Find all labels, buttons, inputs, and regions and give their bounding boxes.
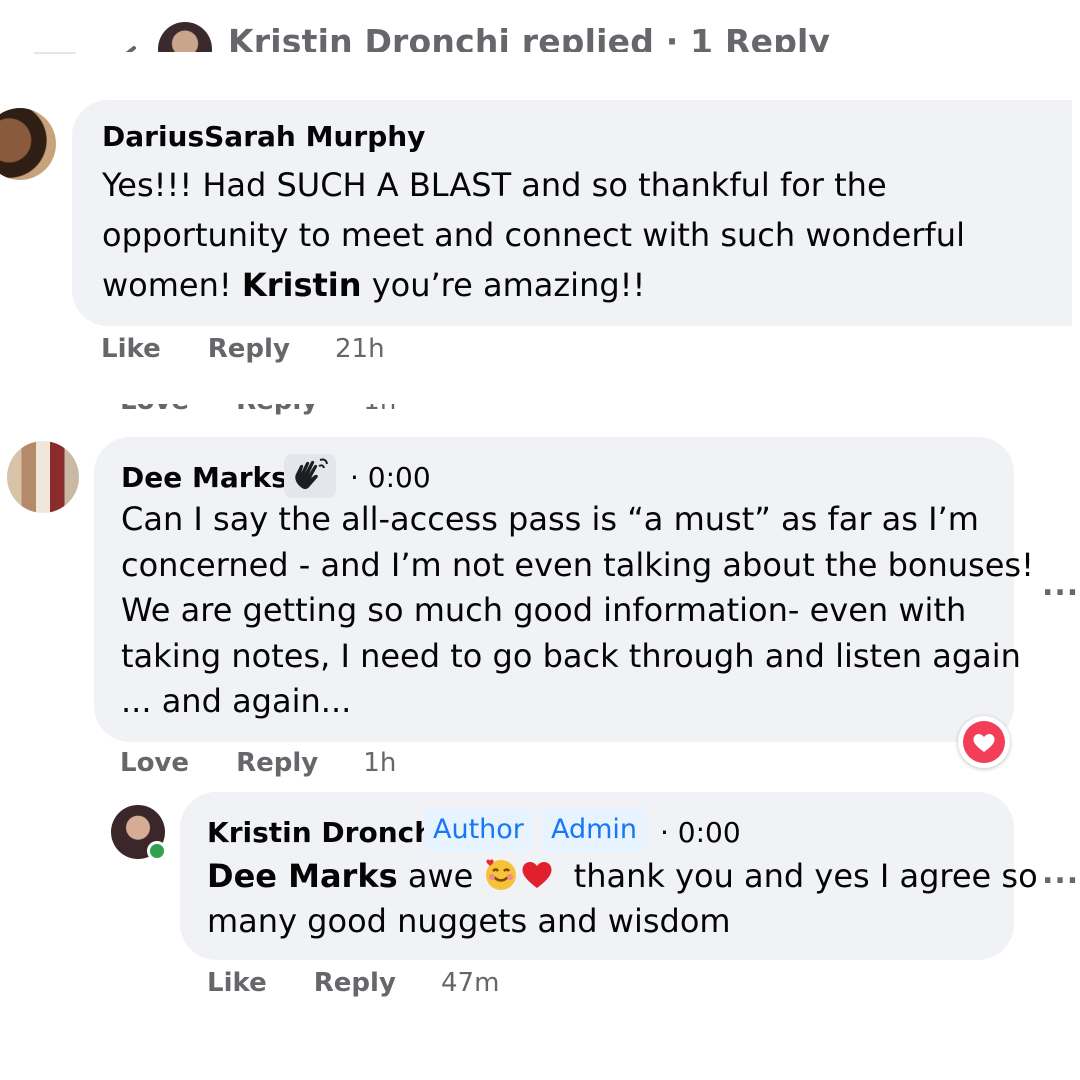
comment-author[interactable]: Dee Marks xyxy=(121,461,288,494)
comment-actions: Like Reply 21h xyxy=(101,334,385,364)
online-status-dot xyxy=(147,841,167,861)
like-button[interactable]: Like xyxy=(101,334,161,364)
comment-actions: Love Reply 1h xyxy=(120,748,396,778)
comment-text-line: ... and again... xyxy=(121,682,352,720)
hidden-actions-clip: Love Reply 1h xyxy=(0,404,1080,422)
reply-bubble: Kristin Dronchi Author Admin · 0:00 Dee … xyxy=(180,792,1038,960)
comment-timestamp[interactable]: 21h xyxy=(335,334,385,364)
avatar[interactable] xyxy=(7,441,79,513)
reply-button[interactable]: Reply xyxy=(314,968,396,998)
comment-text-segment: awe xyxy=(397,857,474,895)
reply-button[interactable]: Reply xyxy=(208,334,290,364)
comment-actions: Like Reply 47m xyxy=(207,968,499,998)
media-duration: · 0:00 xyxy=(660,816,741,849)
comment-author[interactable]: DariusSarah Murphy xyxy=(102,120,425,153)
fan-badge xyxy=(284,454,336,498)
thread-line xyxy=(34,52,76,54)
collapsed-replies-row[interactable]: Kristin Dronchi replied · 1 Reply xyxy=(0,0,1080,52)
mention-link[interactable]: Dee Marks xyxy=(207,857,398,895)
comment-text: Dee Marks awe thank you and yes I agree … xyxy=(207,854,1038,944)
comment-text-segment: women! xyxy=(102,266,242,304)
comment-text-line: concerned - and I’m not even talking abo… xyxy=(121,545,1034,584)
avatar[interactable] xyxy=(0,108,56,180)
comment-text-line: Can I say the all-access pass is “a must… xyxy=(121,500,979,538)
replies-summary[interactable]: Kristin Dronchi replied · 1 Reply xyxy=(228,22,830,52)
mention-link[interactable]: Kristin xyxy=(242,266,362,304)
comment-timestamp[interactable]: 1h xyxy=(363,748,396,778)
more-options-button[interactable]: ... xyxy=(1042,856,1079,891)
reply-button[interactable]: Reply xyxy=(236,404,318,416)
more-options-button[interactable]: ... xyxy=(1042,568,1079,603)
red-heart-emoji-icon xyxy=(519,857,555,891)
comment-text-line: We are getting so much good information-… xyxy=(121,591,967,629)
reply-button[interactable]: Reply xyxy=(236,748,318,778)
reaction-summary[interactable] xyxy=(958,716,1010,768)
author-badge: Author xyxy=(424,808,533,852)
comment-text-segment: thank you and yes I agree so xyxy=(573,857,1038,895)
comment-text-line: opportunity to meet and connect with suc… xyxy=(102,216,965,254)
comment-author[interactable]: Kristin Dronchi xyxy=(207,816,444,849)
smiling-hearts-emoji-icon xyxy=(483,857,519,891)
comment-text-line: many good nuggets and wisdom xyxy=(207,902,731,940)
comment-text-segment: you’re amazing!! xyxy=(361,266,646,304)
comment-text-line: Yes!!! Had SUCH A BLAST and so thankful … xyxy=(102,166,887,204)
love-button[interactable]: Love xyxy=(120,404,189,416)
comment-bubble: Dee Marks · 0:00 Can I say the all-acces… xyxy=(94,437,1034,742)
waving-hand-icon xyxy=(295,458,328,490)
comment-timestamp[interactable]: 1h xyxy=(363,404,396,416)
admin-badge: Admin xyxy=(542,808,647,852)
reply-arrow-icon xyxy=(125,46,136,52)
comment-text: Yes!!! Had SUCH A BLAST and so thankful … xyxy=(102,160,1052,310)
comment-actions: Love Reply 1h xyxy=(120,404,396,416)
comment-text-line: taking notes, I need to go back through … xyxy=(121,636,1021,675)
comment-text-line: Dee Marks awe thank you and yes I agree … xyxy=(207,854,1038,899)
avatar xyxy=(158,22,212,52)
love-button[interactable]: Love xyxy=(120,748,189,778)
comment-text: Can I say the all-access pass is “a must… xyxy=(121,497,1034,725)
comment-timestamp[interactable]: 47m xyxy=(441,968,499,998)
comment-text-line: women! Kristin you’re amazing!! xyxy=(102,260,1052,310)
heart-reaction-icon xyxy=(963,721,1005,763)
comment-bubble: DariusSarah Murphy Yes!!! Had SUCH A BLA… xyxy=(72,100,1072,326)
like-button[interactable]: Like xyxy=(207,968,267,998)
media-duration: · 0:00 xyxy=(350,461,431,494)
